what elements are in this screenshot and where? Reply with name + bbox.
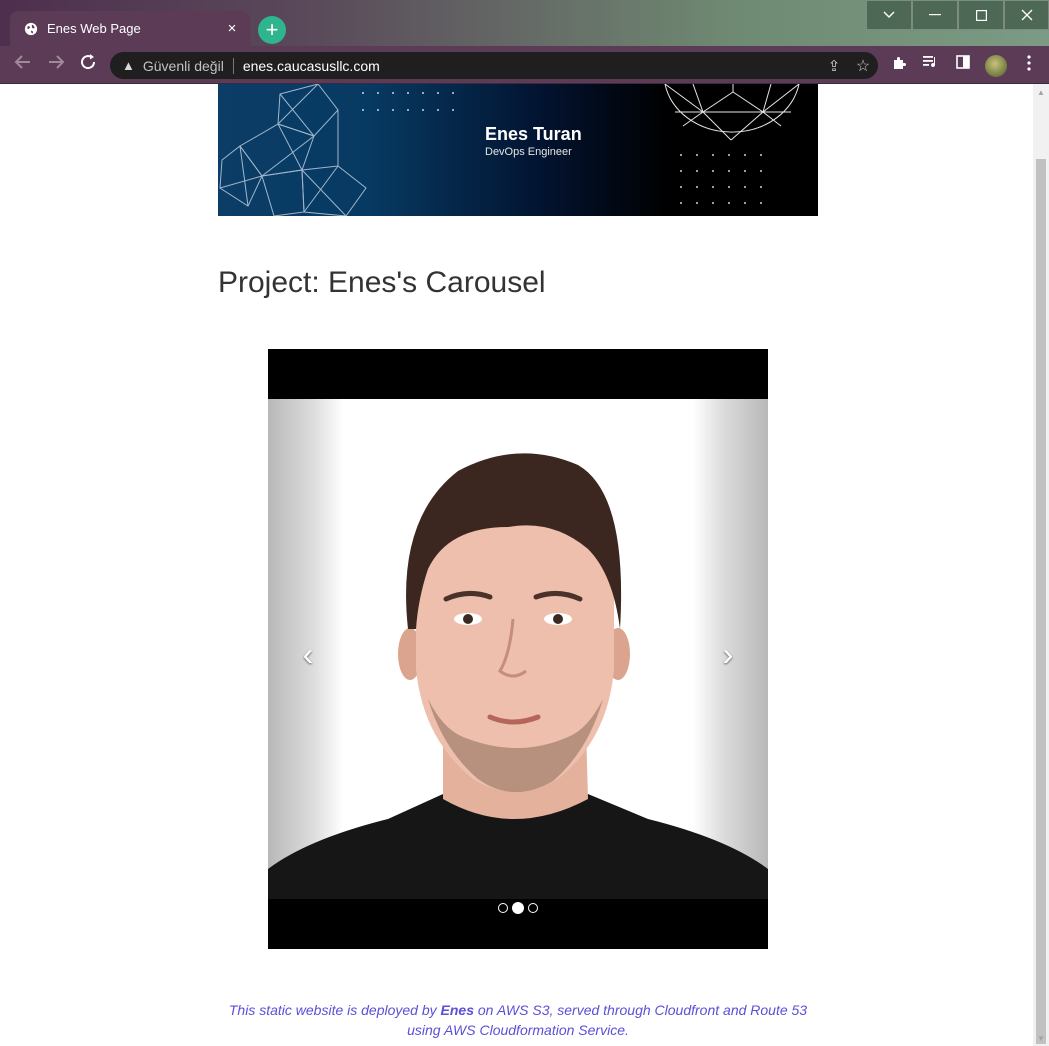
browser-tab[interactable]: Enes Web Page × [10,11,250,46]
globe-icon [24,22,38,35]
url-text[interactable]: enes.caucasusllc.com [243,58,820,74]
more-options-icon[interactable] [1018,55,1040,75]
geometric-polyhedron-left-graphic [219,84,367,216]
profile-avatar[interactable] [985,55,1007,77]
geodesic-sphere-graphic [664,84,800,141]
media-queue-icon[interactable] [920,55,942,75]
banner-role: DevOps Engineer [485,146,572,158]
scroll-up-arrow-icon[interactable]: ▲ [1037,88,1045,97]
scrollbar-thumb[interactable] [1036,159,1046,1044]
dot-grid-right-graphic [680,154,762,204]
tab-close-icon[interactable]: × [224,20,240,37]
page-viewport: Enes Turan DevOps Engineer Project: Enes… [0,84,1033,1046]
footer-author: Enes [440,1002,474,1018]
carousel-indicators [268,901,768,915]
page-scrollbar[interactable]: ▲ ▼ [1033,84,1049,1046]
carousel-indicator-2[interactable] [512,902,524,914]
address-bar[interactable]: ▲ Güvenli değil enes.caucasusllc.com ⇪ ☆ [110,52,878,79]
reload-icon[interactable] [76,53,100,77]
carousel-indicator-3[interactable] [528,903,538,913]
footer-prefix: This static website is deployed by [228,1002,441,1018]
banner-name: Enes Turan [485,124,582,144]
warning-triangle-icon[interactable]: ▲ [122,58,135,73]
browser-toolbar: ▲ Güvenli değil enes.caucasusllc.com ⇪ ☆ [0,46,1049,84]
scroll-down-arrow-icon[interactable]: ▼ [1037,1034,1045,1043]
extensions-puzzle-icon[interactable] [888,55,910,75]
new-tab-button[interactable]: + [258,16,286,44]
bookmark-star-icon[interactable]: ☆ [848,56,878,76]
minimize-window-icon[interactable] [912,0,958,30]
page-title: Project: Enes's Carousel [218,266,546,299]
carousel-indicator-1[interactable] [498,903,508,913]
browser-titlebar: Enes Web Page × + [0,0,1049,46]
portrait-photo [268,453,768,899]
forward-arrow-icon[interactable] [44,53,68,77]
share-icon[interactable]: ⇪ [820,57,848,75]
dot-grid-top-graphic [362,92,454,111]
image-carousel[interactable]: ‹ › [268,349,768,949]
carousel-slide [268,399,768,899]
header-banner: Enes Turan DevOps Engineer [218,84,818,216]
security-label[interactable]: Güvenli değil [143,58,224,74]
carousel-next-chevron-icon[interactable]: › [713,636,743,672]
carousel-prev-chevron-icon[interactable]: ‹ [293,636,323,672]
maximize-window-icon[interactable] [958,0,1004,30]
close-window-icon[interactable] [1004,0,1049,30]
footer-text: This static website is deployed by Enes … [218,1000,818,1040]
back-arrow-icon[interactable] [11,53,35,77]
tab-title: Enes Web Page [47,21,141,36]
tab-search-chevron-icon[interactable] [866,0,912,30]
side-panel-icon[interactable] [952,55,974,75]
omnibox-divider [232,57,234,74]
